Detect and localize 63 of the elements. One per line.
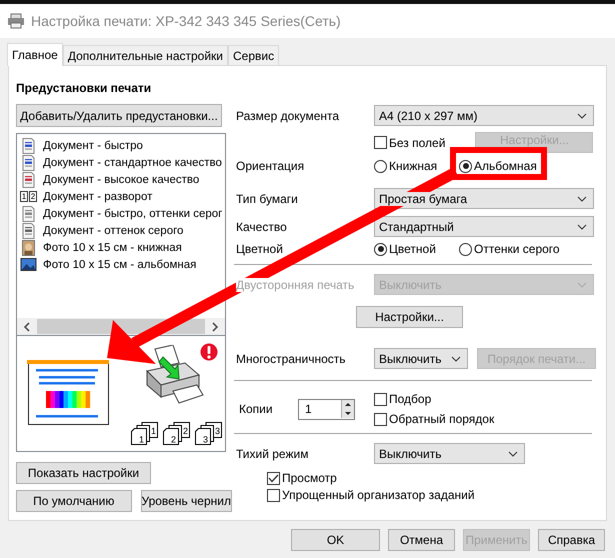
preset-item[interactable]: Документ - высокое качество xyxy=(43,174,200,186)
reverse-order-checkbox[interactable]: Обратный порядок xyxy=(374,412,606,426)
document-icon xyxy=(20,138,37,154)
document-icon xyxy=(20,206,37,222)
photo-icon xyxy=(20,258,37,271)
preset-item[interactable]: Документ - разворот xyxy=(43,190,152,202)
tab[interactable]: Главное xyxy=(7,43,63,66)
preset-item[interactable]: Фото 10 x 15 см - альбомная xyxy=(43,258,196,270)
copies-spinner[interactable]: 1 xyxy=(298,398,355,420)
field-label: Цветной xyxy=(236,242,284,256)
field-label: Качество xyxy=(236,220,288,234)
document-icon xyxy=(20,154,37,170)
job-arranger-checkbox[interactable]: Упрощенный организатор заданий xyxy=(267,488,475,502)
preset-item[interactable]: Документ - стандартное качество xyxy=(43,156,222,168)
field-label: Двусторонняя печать xyxy=(236,278,354,292)
chevron-down-icon xyxy=(577,196,587,202)
document-icon xyxy=(20,172,37,188)
quality-dropdown[interactable]: Стандартный xyxy=(374,216,594,237)
field-label: Тихий режим xyxy=(236,446,310,460)
borderless-checkbox[interactable]: Без полей xyxy=(374,136,446,150)
window-title: Настройка печати: XP-342 343 345 Series(Сеть) xyxy=(31,13,341,29)
paper-type-dropdown[interactable]: Простая бумага xyxy=(374,188,594,209)
show-settings-button[interactable]: Показать настройки xyxy=(16,462,151,484)
collate-checkbox[interactable]: Подбор xyxy=(374,392,606,406)
duplex-settings-button[interactable]: Настройки... xyxy=(356,306,463,328)
section-heading: Предустановки печати xyxy=(16,81,152,97)
orientation-radio[interactable]: Альбомная xyxy=(459,159,537,173)
color-mode-radio[interactable]: Оттенки серого xyxy=(459,242,560,256)
dialog-button[interactable]: Отмена xyxy=(388,529,455,551)
warning-icon xyxy=(200,343,218,361)
preset-item[interactable]: Документ - быстро xyxy=(43,140,143,152)
chevron-down-icon xyxy=(508,450,518,456)
defaults-button[interactable]: По умолчанию xyxy=(16,490,132,512)
document-icon xyxy=(20,222,37,238)
chevron-down-icon xyxy=(451,356,461,362)
field-label: Многостраничность xyxy=(236,352,347,366)
printer-icon xyxy=(7,13,25,29)
field-label: Копии xyxy=(238,402,274,416)
photo-icon xyxy=(20,240,37,256)
preview-checkbox[interactable]: Просмотр xyxy=(267,471,337,485)
preset-item[interactable]: Фото 10 x 15 см - книжная xyxy=(43,242,182,254)
orientation-radio[interactable]: Книжная xyxy=(374,159,459,173)
color-mode-radio[interactable]: Цветной xyxy=(374,242,459,256)
multipage-dropdown[interactable]: Выключить xyxy=(374,348,468,369)
document-size-dropdown[interactable]: A4 (210 x 297 мм) xyxy=(374,105,594,126)
ink-levels-button[interactable]: Уровень чернил xyxy=(140,490,232,512)
scroll-left-icon[interactable] xyxy=(23,322,31,332)
dialog-button[interactable]: OK xyxy=(291,529,380,551)
checkmark-icon xyxy=(268,474,279,482)
preset-item[interactable]: Документ - оттенок серого xyxy=(43,224,184,236)
dialog-button[interactable]: Справка xyxy=(538,529,605,551)
field-label: Ориентация xyxy=(236,159,306,173)
manage-presets-button[interactable]: Добавить/Удалить предустановки... xyxy=(16,104,222,127)
chevron-down-icon xyxy=(577,282,587,288)
quiet-mode-dropdown[interactable]: Выключить xyxy=(374,443,525,464)
tab[interactable]: Сервис xyxy=(228,45,280,65)
preset-item[interactable]: Документ - быстро, оттенки серог xyxy=(43,208,222,220)
chevron-down-icon xyxy=(577,224,587,230)
field-label: Размер документа xyxy=(236,108,340,122)
tab[interactable]: Дополнительные настройки xyxy=(62,45,228,65)
scroll-right-icon[interactable] xyxy=(211,322,219,332)
field-label: Тип бумаги xyxy=(236,192,299,206)
chevron-down-icon xyxy=(577,112,587,118)
